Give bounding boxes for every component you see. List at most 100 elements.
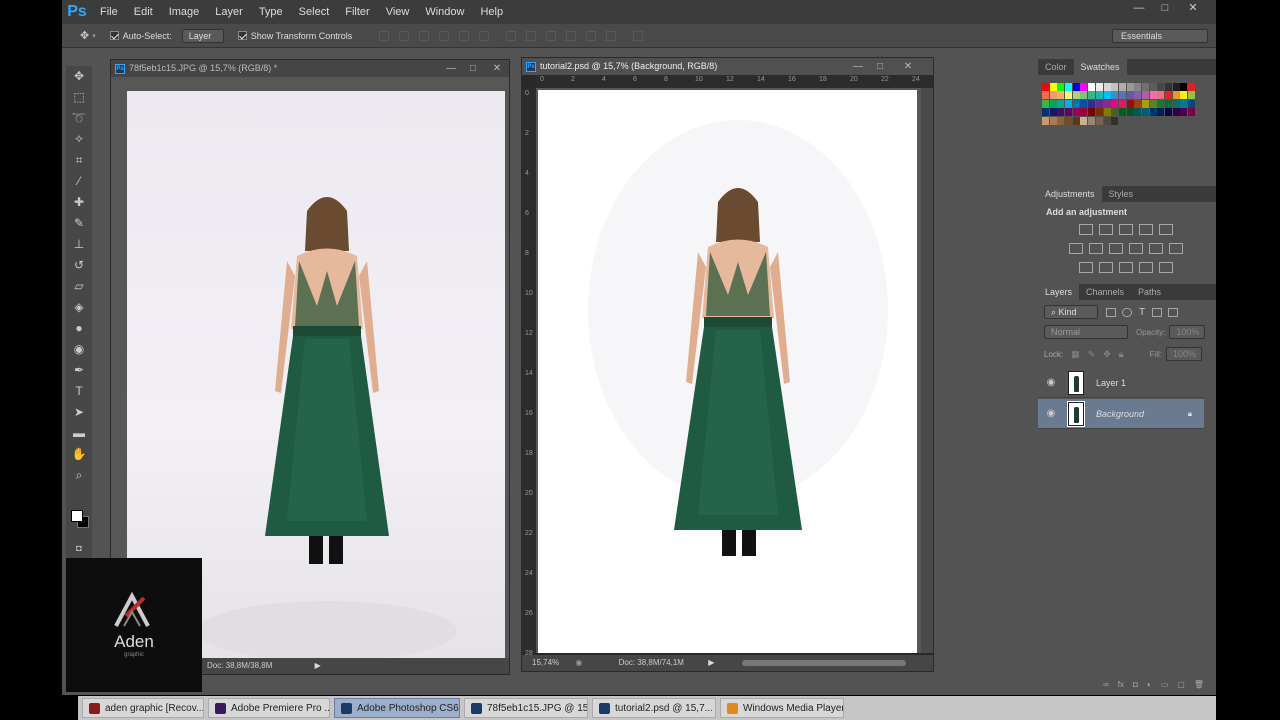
swatch-cell[interactable] (1188, 83, 1196, 91)
filter-shape-icon[interactable] (1152, 307, 1163, 317)
brush-tool-icon[interactable]: ✎ (66, 213, 92, 234)
swatch-cell[interactable] (1042, 108, 1049, 117)
menu-file[interactable]: File (92, 0, 126, 24)
distribute-hcenter-icon[interactable] (586, 30, 597, 41)
swatch-cell[interactable] (1065, 99, 1073, 108)
swatch-cell[interactable] (1141, 91, 1149, 100)
delete-layer-icon[interactable]: 🗑︎ (1194, 680, 1204, 692)
swatch-cell[interactable] (1188, 99, 1196, 108)
tab-styles[interactable]: Styles (1102, 186, 1141, 202)
levels-icon[interactable] (1099, 224, 1113, 235)
swatch-cell[interactable] (1080, 99, 1088, 108)
menu-edit[interactable]: Edit (126, 0, 161, 24)
swatch-cell[interactable] (1142, 117, 1149, 125)
swatch-cell[interactable] (1103, 91, 1111, 100)
swatch-cell[interactable] (1188, 117, 1195, 125)
add-mask-icon[interactable]: ◘ (1133, 680, 1138, 692)
menu-image[interactable]: Image (161, 0, 208, 24)
swatch-cell[interactable] (1165, 91, 1172, 100)
align-bottom-icon[interactable] (419, 30, 430, 41)
swatch-cell[interactable] (1042, 99, 1049, 108)
swatch-cell[interactable] (1072, 116, 1080, 125)
swatch-cell[interactable] (1103, 116, 1111, 125)
fill-input[interactable]: 100% (1165, 347, 1202, 361)
swatch-cell[interactable] (1172, 108, 1180, 117)
swatch-cell[interactable] (1049, 83, 1057, 91)
swatch-cell[interactable] (1111, 108, 1119, 117)
lock-position-icon[interactable]: ✥ (1103, 349, 1111, 360)
photo-filter-icon[interactable] (1129, 243, 1143, 254)
invert-icon[interactable] (1079, 262, 1093, 273)
link-layers-icon[interactable]: ∞ (1103, 680, 1109, 692)
swatch-cell[interactable] (1042, 83, 1049, 91)
taskbar-button[interactable]: Adobe Photoshop CS6 (334, 698, 460, 718)
swatch-cell[interactable] (1180, 91, 1188, 100)
swatch-cell[interactable] (1057, 83, 1065, 91)
taskbar-button[interactable]: tutorial2.psd @ 15,7... (592, 698, 716, 718)
swatch-cell[interactable] (1111, 91, 1119, 100)
dodge-tool-icon[interactable]: ◉ (66, 339, 92, 360)
color-balance-icon[interactable] (1089, 243, 1103, 254)
doc-maximize-button[interactable]: □ (870, 58, 890, 75)
swatch-cell[interactable] (1057, 108, 1065, 117)
swatch-cell[interactable] (1065, 116, 1073, 125)
swatch-cell[interactable] (1188, 91, 1196, 100)
swatch-cell[interactable] (1118, 99, 1126, 108)
doc-minimize-button[interactable]: — (848, 58, 868, 75)
menu-layer[interactable]: Layer (207, 0, 251, 24)
canvas-area[interactable] (536, 88, 933, 653)
swatch-cell[interactable] (1157, 83, 1165, 91)
swatch-cell[interactable] (1172, 91, 1180, 100)
swatch-cell[interactable] (1049, 99, 1057, 108)
swatch-cell[interactable] (1065, 91, 1073, 100)
layer-row[interactable]: ◉ Layer 1 (1038, 368, 1204, 398)
swatch-cell[interactable] (1042, 116, 1049, 125)
new-group-icon[interactable]: ▭ (1161, 680, 1169, 692)
layer-kind-filter[interactable]: ⌕ Kind (1044, 305, 1098, 319)
gradient-map-icon[interactable] (1139, 262, 1153, 273)
magic-wand-tool-icon[interactable]: ✧ (66, 129, 92, 150)
distribute-bottom-icon[interactable] (546, 30, 557, 41)
maximize-button[interactable]: □ (1152, 0, 1178, 18)
filter-pixel-icon[interactable] (1106, 307, 1116, 317)
menu-view[interactable]: View (378, 0, 418, 24)
swatch-cell[interactable] (1165, 108, 1172, 117)
new-adjustment-layer-icon[interactable]: ◐ (1147, 680, 1152, 692)
swatch-cell[interactable] (1095, 99, 1103, 108)
tab-channels[interactable]: Channels (1079, 284, 1131, 300)
taskbar-button[interactable]: aden graphic [Recov... (82, 698, 204, 718)
swatch-cell[interactable] (1065, 83, 1073, 91)
blur-tool-icon[interactable]: ● (66, 318, 92, 339)
swatch-cell[interactable] (1180, 99, 1188, 108)
swatch-cell[interactable] (1080, 91, 1088, 100)
hue-saturation-icon[interactable] (1069, 243, 1083, 254)
menu-select[interactable]: Select (291, 0, 338, 24)
visibility-eye-icon[interactable]: ◉ (1044, 377, 1058, 388)
tab-color[interactable]: Color (1038, 59, 1074, 75)
hand-tool-icon[interactable]: ✋ (66, 444, 92, 465)
swatch-cell[interactable] (1072, 91, 1080, 100)
doc-maximize-button[interactable]: □ (463, 60, 483, 77)
path-selection-tool-icon[interactable]: ➤ (66, 402, 92, 423)
swatch-cell[interactable] (1157, 108, 1165, 117)
workspace-switcher[interactable]: Essentials (1112, 29, 1208, 43)
swatch-cell[interactable] (1134, 99, 1142, 108)
photo-cutout[interactable] (538, 90, 917, 653)
swatch-cell[interactable] (1165, 99, 1172, 108)
swatch-cell[interactable] (1173, 117, 1180, 125)
swatch-cell[interactable] (1134, 91, 1142, 100)
swatch-cell[interactable] (1095, 91, 1103, 100)
filter-type-icon[interactable]: T (1139, 307, 1145, 318)
swatch-cell[interactable] (1088, 99, 1096, 108)
minimize-button[interactable]: — (1126, 0, 1152, 18)
swatch-cell[interactable] (1118, 91, 1126, 100)
horizontal-scrollbar[interactable] (742, 660, 906, 666)
menu-help[interactable]: Help (472, 0, 511, 24)
tab-adjustments[interactable]: Adjustments (1038, 186, 1102, 202)
swatch-cell[interactable] (1103, 99, 1111, 108)
doc-close-button[interactable]: ✕ (487, 60, 507, 77)
filter-adjustment-icon[interactable] (1122, 307, 1132, 317)
pen-tool-icon[interactable]: ✒ (66, 360, 92, 381)
swatch-cell[interactable] (1049, 108, 1057, 117)
channel-mixer-icon[interactable] (1149, 243, 1163, 254)
